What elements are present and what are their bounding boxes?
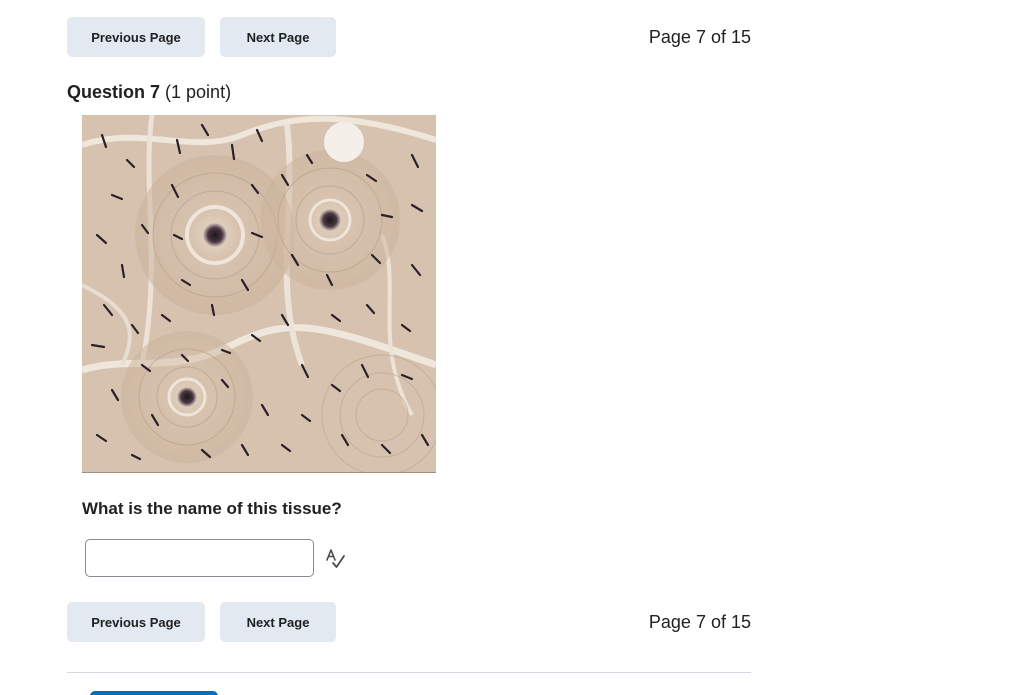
question-number: Question 7: [67, 82, 161, 102]
next-page-button[interactable]: Next Page: [220, 17, 336, 57]
question-prompt: What is the name of this tissue?: [82, 499, 342, 518]
page-indicator: Page 7 of 15: [648, 26, 751, 47]
quiz-page: Previous Page Next Page Page 7 of 15 Que…: [0, 0, 1024, 695]
top-page-navigation: Previous Page Next Page Page 7 of 15: [67, 17, 751, 57]
section-divider: [67, 672, 751, 673]
previous-page-button[interactable]: Previous Page: [67, 17, 205, 57]
page-indicator-bottom: Page 7 of 15: [648, 611, 751, 632]
previous-page-button-bottom[interactable]: Previous Page: [67, 602, 205, 642]
bottom-page-navigation: Previous Page Next Page Page 7 of 15: [67, 602, 751, 642]
next-page-button-bottom[interactable]: Next Page: [220, 602, 336, 642]
tissue-micrograph-image: [82, 115, 436, 473]
primary-action-button-edge[interactable]: [90, 691, 218, 695]
answer-field[interactable]: [85, 539, 314, 577]
question-points: (1 point): [165, 82, 232, 102]
question-heading: Question 7 (1 point): [67, 80, 231, 104]
spellcheck-icon[interactable]: [324, 547, 348, 571]
